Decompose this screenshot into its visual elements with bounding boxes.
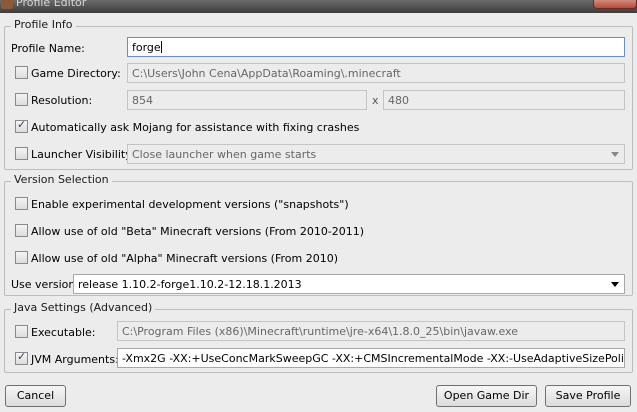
open-game-dir-button[interactable]: Open Game Dir [436, 385, 537, 407]
jvm-arguments-field[interactable]: -Xmx2G -XX:+UseConcMarkSweepGC -XX:+CMSI… [117, 348, 625, 368]
window-title: Profile Editor [16, 0, 87, 9]
launcher-visibility-dropdown[interactable]: Close launcher when game starts [127, 144, 625, 164]
resolution-width-field[interactable]: 854 [127, 90, 367, 110]
profile-name-label: Profile Name: [11, 42, 85, 55]
launcher-visibility-checkbox[interactable] [15, 147, 28, 160]
jvm-arguments-checkbox[interactable] [15, 350, 28, 365]
profile-name-value: forge [132, 41, 161, 54]
auto-ask-mojang-label: Automatically ask Mojang for assistance … [31, 121, 360, 134]
snapshots-label: Enable experimental development versions… [31, 198, 349, 211]
close-window-button[interactable] [593, 0, 637, 9]
launcher-visibility-label: Launcher Visibility: [31, 148, 135, 161]
cancel-button[interactable]: Cancel [5, 385, 66, 407]
profile-name-field[interactable]: forge [127, 37, 625, 57]
save-profile-button[interactable]: Save Profile [545, 385, 631, 407]
game-directory-label: Game Directory: [31, 67, 121, 80]
use-version-dropdown[interactable]: release 1.10.2-forge1.10.2-12.18.1.2013 [73, 274, 625, 294]
game-directory-checkbox[interactable] [15, 66, 28, 79]
chevron-down-icon [611, 282, 619, 287]
version-selection-section-label: Version Selection [11, 173, 112, 186]
use-version-value: release 1.10.2-forge1.10.2-12.18.1.2013 [78, 278, 302, 291]
game-directory-field[interactable]: C:\Users\John Cena\AppData\Roaming\.mine… [127, 63, 625, 83]
java-settings-section-label: Java Settings (Advanced) [11, 301, 156, 314]
chevron-down-icon [611, 152, 619, 157]
executable-field[interactable]: C:\Program Files (x86)\Minecraft\runtime… [117, 321, 625, 341]
use-version-label: Use version: [11, 278, 80, 291]
alpha-versions-checkbox[interactable] [15, 251, 28, 264]
resolution-x-label: x [372, 94, 379, 107]
resolution-height-field[interactable]: 480 [383, 90, 625, 110]
jvm-arguments-label: JVM Arguments: [31, 353, 119, 366]
executable-checkbox[interactable] [15, 325, 28, 338]
snapshots-checkbox[interactable] [15, 197, 28, 210]
resolution-label: Resolution: [31, 94, 93, 107]
beta-versions-label: Allow use of old "Beta" Minecraft versio… [31, 225, 365, 238]
alpha-versions-label: Allow use of old "Alpha" Minecraft versi… [31, 252, 339, 265]
resolution-checkbox[interactable] [15, 93, 28, 106]
auto-ask-mojang-checkbox[interactable] [15, 118, 28, 133]
executable-label: Executable: [31, 326, 96, 339]
beta-versions-checkbox[interactable] [15, 224, 28, 237]
app-icon [1, 0, 13, 9]
window-titlebar: Profile Editor [0, 0, 637, 13]
profile-info-section-label: Profile Info [11, 18, 76, 31]
launcher-visibility-value: Close launcher when game starts [132, 148, 317, 161]
text-caret [160, 41, 162, 53]
